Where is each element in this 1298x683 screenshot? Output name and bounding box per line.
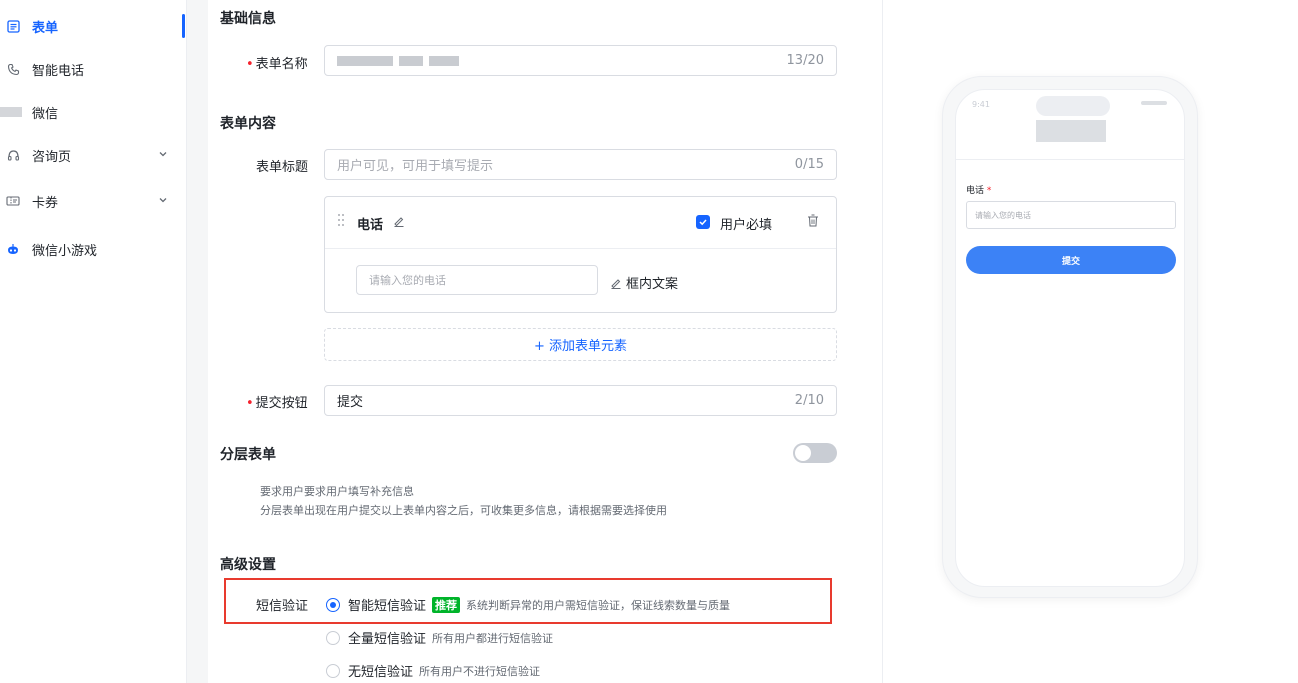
option-desc: 所有用户不进行短信验证 xyxy=(419,664,541,678)
form-icon xyxy=(6,19,20,33)
preview-submit-button[interactable]: 提交 xyxy=(966,246,1176,274)
layered-desc-2: 分层表单出现在用户提交以上表单内容之后，可收集更多信息，请根据需要选择使用 xyxy=(260,504,667,517)
sidebar-item-label: 微信 xyxy=(32,106,59,122)
char-count: 13/20 xyxy=(786,53,824,68)
wechat-icon xyxy=(0,105,22,119)
form-field-card: 电话 用户必填 请输入您的电话 框内文案 xyxy=(324,196,837,313)
radio-button[interactable] xyxy=(326,597,340,612)
chevron-down-icon[interactable] xyxy=(158,148,168,163)
gutter xyxy=(187,0,208,683)
layered-form-toggle[interactable] xyxy=(793,443,837,463)
required-checkbox[interactable] xyxy=(696,215,710,229)
sidebar-item-consult[interactable]: 咨询页 xyxy=(0,135,187,175)
active-indicator xyxy=(182,14,185,38)
masked-text xyxy=(429,55,459,66)
mobile-preview-panel: 9:41 电话 * 请输入您的电话 提交 xyxy=(884,0,1298,683)
char-count: 2/10 xyxy=(794,393,824,408)
phone-screen: 9:41 电话 * 请输入您的电话 提交 xyxy=(955,89,1185,587)
option-desc: 所有用户都进行短信验证 xyxy=(432,631,554,645)
game-icon xyxy=(6,242,20,256)
edit-text-label: 框内文案 xyxy=(626,277,679,292)
placeholder: 请输入您的电话 xyxy=(369,274,446,287)
sidebar-item-wechat[interactable]: 微信 xyxy=(0,92,187,132)
char-count: 0/15 xyxy=(794,157,824,172)
phone-header: 9:41 xyxy=(956,90,1184,160)
form-title-input[interactable]: 用户可见，可用于填写提示 0/15 xyxy=(324,149,837,180)
divider xyxy=(325,248,836,249)
section-title-basic: 基础信息 xyxy=(220,11,276,27)
sidebar-item-smart-phone[interactable]: 智能电话 xyxy=(0,49,187,89)
sms-option-none[interactable]: 无短信验证 所有用户不进行短信验证 xyxy=(326,661,540,680)
masked-title xyxy=(1036,120,1106,142)
phone-frame: 9:41 电话 * 请输入您的电话 提交 xyxy=(942,76,1198,598)
edit-icon xyxy=(610,277,622,289)
phone-icon xyxy=(6,62,20,76)
option-label: 智能短信验证 xyxy=(348,599,427,614)
recommend-badge: 推荐 xyxy=(432,596,461,613)
status-time: 9:41 xyxy=(972,100,990,109)
submit-button-label: • 提交按钮 xyxy=(246,396,308,411)
sidebar-item-mini-game[interactable]: 微信小游戏 xyxy=(0,229,187,269)
layered-desc-1: 要求用户要求用户填写补充信息 xyxy=(260,485,414,498)
masked-text xyxy=(399,55,423,66)
form-editor: 基础信息 • 表单名称 13/20 表单内容 表单标题 用户可见，可用于填写提示 … xyxy=(208,0,883,683)
field-preview-input[interactable]: 请输入您的电话 xyxy=(356,265,598,295)
sidebar-item-label: 智能电话 xyxy=(32,63,85,79)
field-name: 电话 xyxy=(357,218,384,233)
option-desc: 系统判断异常的用户需短信验证，保证线索数量与质量 xyxy=(466,598,731,612)
radio-button[interactable] xyxy=(326,630,340,645)
signal-icon xyxy=(1141,101,1167,105)
sidebar: 表单 智能电话 微信 咨询页 卡券 微信小游戏 xyxy=(0,0,187,683)
sidebar-item-label: 卡券 xyxy=(32,195,59,211)
submit-button-input[interactable]: 提交 2/10 xyxy=(324,385,837,416)
edit-icon[interactable] xyxy=(393,215,405,231)
sms-option-all[interactable]: 全量短信验证 所有用户都进行短信验证 xyxy=(326,628,553,647)
delete-icon[interactable] xyxy=(807,214,819,231)
radio-button[interactable] xyxy=(326,663,340,678)
input-value: 提交 xyxy=(337,395,364,410)
headset-icon xyxy=(6,148,20,162)
sms-option-smart[interactable]: 智能短信验证 推荐 系统判断异常的用户需短信验证，保证线索数量与质量 xyxy=(326,595,730,614)
sidebar-item-label: 微信小游戏 xyxy=(32,243,98,259)
toggle-knob xyxy=(795,445,811,461)
section-title-layered: 分层表单 xyxy=(220,447,276,463)
sms-verify-label: 短信验证 xyxy=(256,599,309,614)
placeholder: 用户可见，可用于填写提示 xyxy=(337,159,494,174)
preview-field-label: 电话 * xyxy=(966,186,992,196)
form-name-label: • 表单名称 xyxy=(246,57,308,72)
drag-handle-icon[interactable] xyxy=(337,213,345,231)
form-title-label: 表单标题 xyxy=(256,160,309,175)
dynamic-island xyxy=(1036,96,1110,116)
option-label: 无短信验证 xyxy=(348,665,414,680)
edit-text-button[interactable]: 框内文案 xyxy=(610,273,678,292)
sidebar-item-label: 咨询页 xyxy=(32,149,72,165)
section-title-content: 表单内容 xyxy=(220,116,276,132)
masked-text xyxy=(337,55,393,66)
required-label: 用户必填 xyxy=(720,218,773,233)
section-title-advanced: 高级设置 xyxy=(220,557,276,573)
chevron-down-icon[interactable] xyxy=(158,194,168,209)
sidebar-item-coupon[interactable]: 卡券 xyxy=(0,181,187,221)
sidebar-item-label: 表单 xyxy=(32,20,59,36)
coupon-icon xyxy=(6,194,20,208)
preview-phone-input[interactable]: 请输入您的电话 xyxy=(966,201,1176,229)
option-label: 全量短信验证 xyxy=(348,632,427,647)
sidebar-item-form[interactable]: 表单 xyxy=(0,6,187,46)
add-form-element-button[interactable]: + 添加表单元素 xyxy=(324,328,837,361)
form-name-input[interactable]: 13/20 xyxy=(324,45,837,76)
